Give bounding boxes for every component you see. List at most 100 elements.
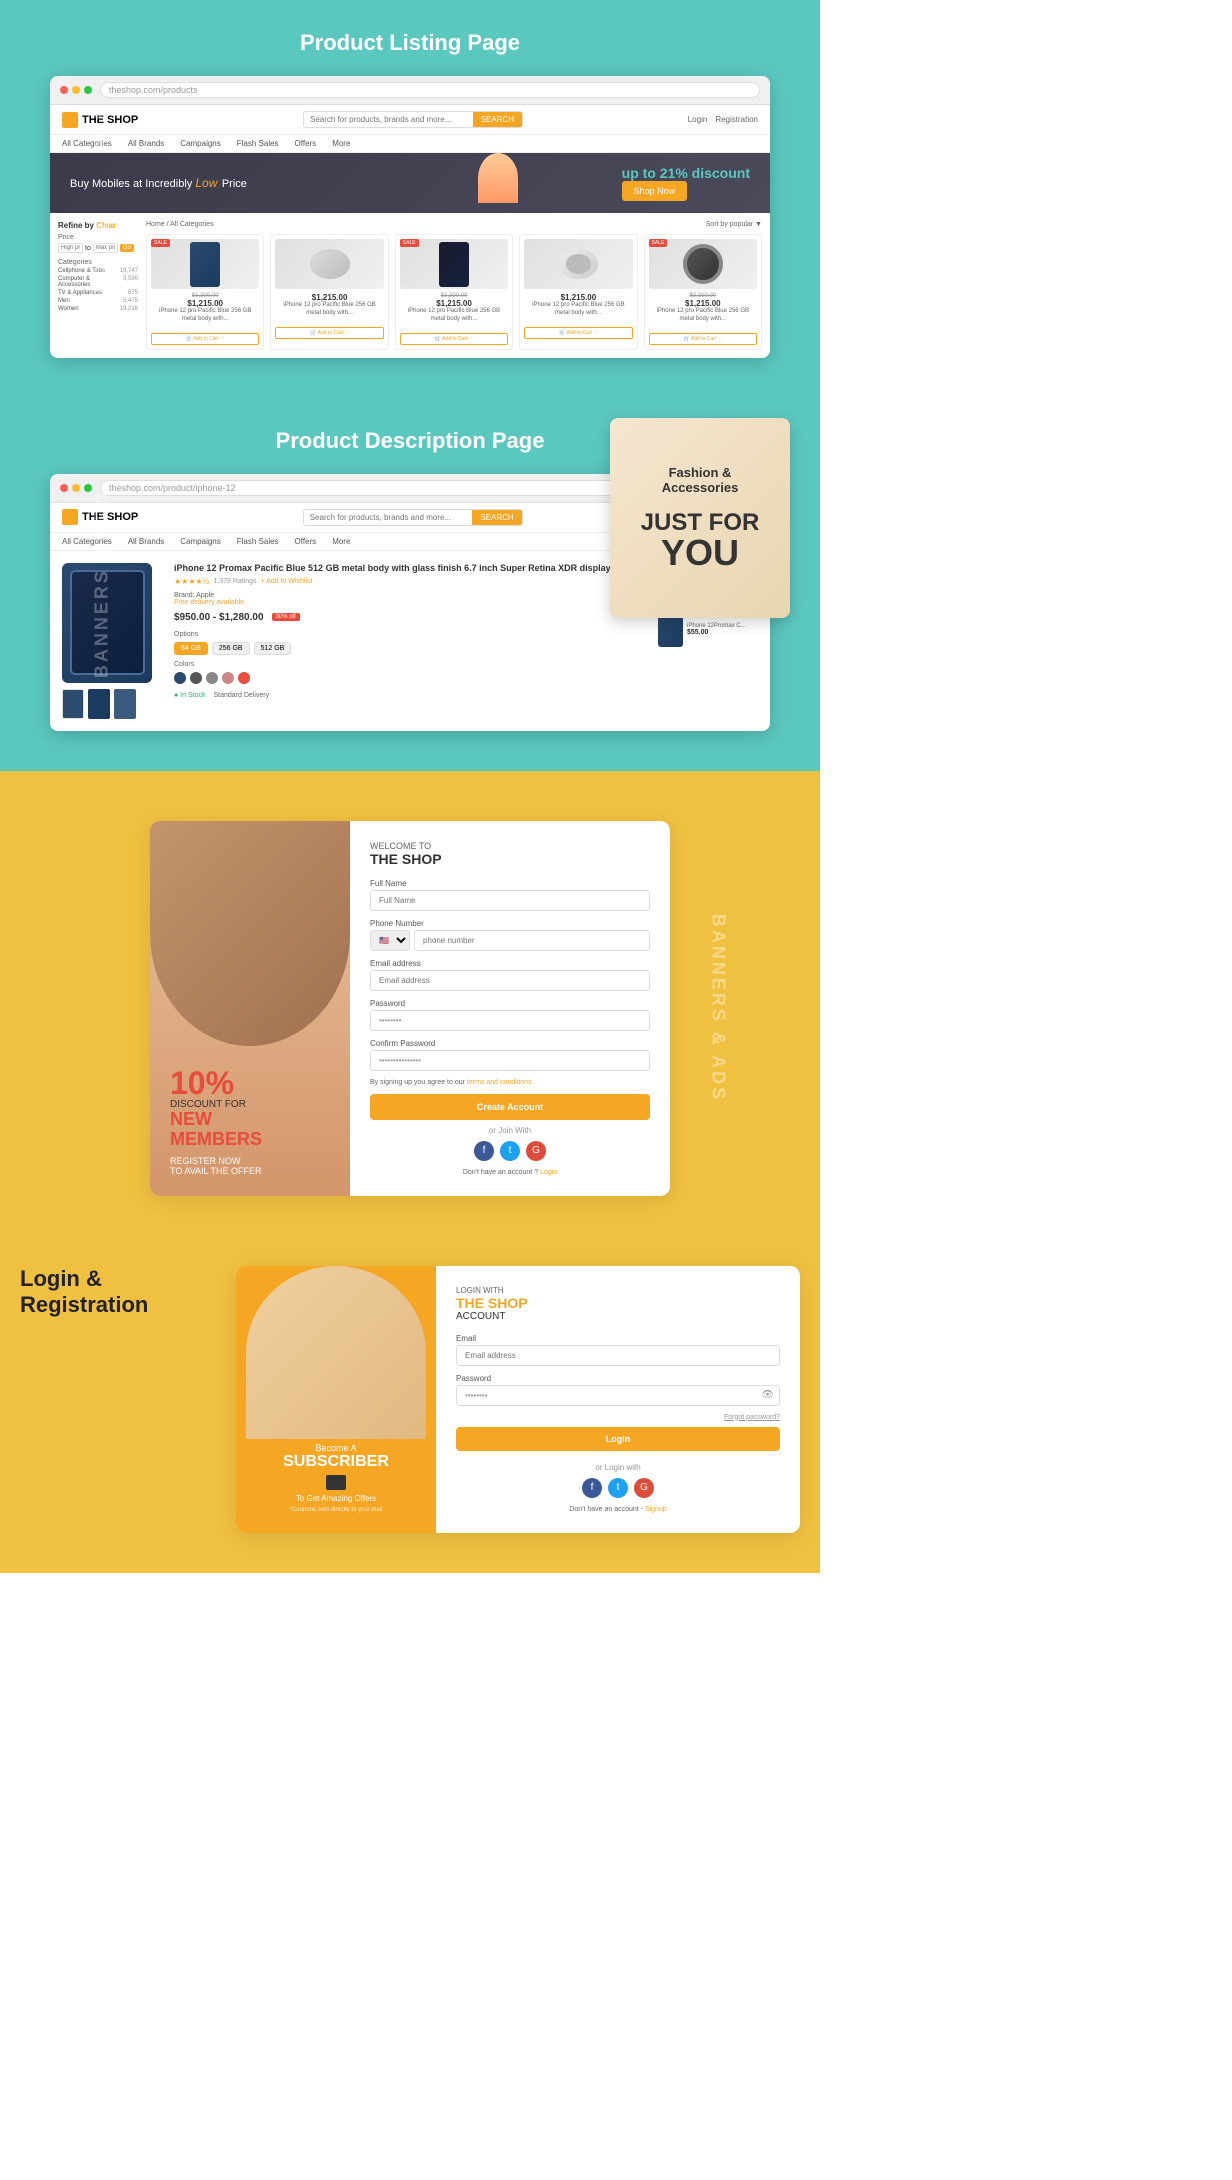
login-social-icons: f t G — [456, 1478, 780, 1498]
side-label-banners-ads-3: BANNERS & ADS — [707, 914, 728, 1102]
category-women[interactable]: Women 19,218 — [58, 306, 138, 312]
add-to-cart-button[interactable]: 🛒 Add to Cart ♡ — [400, 333, 508, 345]
add-to-cart-button[interactable]: 🛒 Add to Cart ♡ — [151, 333, 259, 345]
terms-link[interactable]: terms and conditions — [467, 1079, 532, 1086]
nav-more[interactable]: More — [332, 139, 350, 148]
confirm-password-input[interactable] — [370, 1050, 650, 1071]
color-silver[interactable] — [206, 672, 218, 684]
logo-icon — [62, 509, 78, 525]
nav-all-brands[interactable]: All Brands — [128, 537, 164, 546]
login-link[interactable]: Login — [540, 1169, 557, 1176]
product-card: SALE $1,300.00 $1,215.00 iPhone 12 pro P… — [146, 234, 264, 350]
shop-search[interactable]: SEARCH — [303, 111, 523, 128]
nav-flash-sales[interactable]: Flash Sales — [237, 537, 279, 546]
nav-offers[interactable]: Offers — [295, 537, 317, 546]
nav-more[interactable]: More — [332, 537, 350, 546]
add-to-cart-button[interactable]: 🛒 Add to Cart ♡ — [524, 327, 632, 339]
dot-green — [84, 86, 92, 94]
facebook-icon[interactable]: f — [474, 1141, 494, 1161]
nav-offers[interactable]: Offers — [295, 139, 317, 148]
search-button[interactable]: SEARCH — [473, 112, 522, 127]
twitter-icon[interactable]: t — [500, 1141, 520, 1161]
nav-campaigns[interactable]: Campaigns — [180, 139, 220, 148]
nav-all-brands[interactable]: All Brands — [128, 139, 164, 148]
shop-now-button[interactable]: Shop Now — [622, 181, 688, 201]
color-red[interactable] — [238, 672, 250, 684]
password-input[interactable] — [370, 1010, 650, 1031]
color-gray[interactable] — [190, 672, 202, 684]
product-price-new: $1,215.00 — [400, 299, 508, 308]
dot-yellow — [72, 484, 80, 492]
price-go-button[interactable]: Go — [120, 244, 134, 252]
product-name: iPhone 12 pro Pacific Blue 256 GB metal … — [275, 302, 383, 318]
price-to: to — [85, 245, 91, 252]
login-button[interactable]: Login — [456, 1427, 780, 1451]
cat-count: 3,590 — [123, 276, 138, 288]
sort-select[interactable]: Sort by popular ▼ — [706, 221, 762, 228]
show-password-button[interactable]: 👁 — [761, 1390, 774, 1401]
thumbnail-3[interactable] — [114, 689, 136, 719]
search-button[interactable]: SEARCH — [472, 510, 521, 525]
facebook-login-icon[interactable]: f — [582, 1478, 602, 1498]
price-min-input[interactable] — [58, 243, 83, 253]
forgot-password-link[interactable]: Forgot password? — [456, 1414, 780, 1421]
product-price-new: $1,215.00 — [151, 299, 259, 308]
storage-256gb[interactable]: 256 GB — [212, 642, 250, 655]
search-input[interactable] — [304, 510, 473, 525]
registration-link[interactable]: Registration — [715, 115, 758, 124]
color-pink[interactable] — [222, 672, 234, 684]
storage-512gb[interactable]: 512 GB — [254, 642, 292, 655]
email-input[interactable] — [370, 970, 650, 991]
product-name: iPhone 12 pro Pacific Blue 256 GB metal … — [400, 308, 508, 324]
desc-shop-search[interactable]: SEARCH — [303, 509, 523, 526]
product-card: SALE $3,300.00 $1,215.00 iPhone 12 pro P… — [395, 234, 513, 350]
category-men[interactable]: Men 5,475 — [58, 298, 138, 304]
shop-nav: All Categories All Brands Campaigns Flas… — [50, 135, 770, 153]
nav-flash-sales[interactable]: Flash Sales — [237, 139, 279, 148]
desc-browser-dots — [60, 484, 92, 492]
login-password-input[interactable] — [456, 1385, 780, 1406]
or-login-text: or Login with — [456, 1463, 780, 1472]
thumbnail-1[interactable] — [62, 689, 84, 719]
create-account-button[interactable]: Create Account — [370, 1094, 650, 1120]
storage-64gb[interactable]: 64 GB — [174, 642, 208, 655]
login-promo-person — [246, 1266, 426, 1440]
browser-dots — [60, 86, 92, 94]
product-name: iPhone 12 pro Pacific Blue 256 GB metal … — [524, 302, 632, 318]
email-group: Email address — [370, 959, 650, 991]
product-info: iPhone 12 Promax Pacific Blue 512 GB met… — [174, 563, 646, 719]
add-to-cart-button[interactable]: 🛒 Add to Cart ♡ — [649, 333, 757, 345]
just-for-you: JUST FOR YOU — [625, 511, 775, 571]
product-price-new: $1,215.00 — [524, 293, 632, 302]
cat-count: 19,218 — [120, 306, 138, 312]
rating-count: 1,378 Ratings — [213, 578, 256, 585]
star-rating: ★★★★½ — [174, 577, 209, 586]
full-name-input[interactable] — [370, 890, 650, 911]
login-link[interactable]: Login — [688, 115, 708, 124]
add-to-wishlist[interactable]: + Add to Wishlist — [261, 578, 313, 585]
product-badge: SALE — [400, 239, 419, 247]
signup-link[interactable]: Signup — [645, 1506, 667, 1513]
login-promo: Become A SUBSCRIBER To Get Amazing Offer… — [236, 1266, 436, 1533]
promo-new-members: NEWMEMBERS — [170, 1110, 330, 1150]
twitter-login-icon[interactable]: t — [608, 1478, 628, 1498]
price-range: $950.00 - $1,280.00 — [174, 612, 264, 623]
add-to-cart-button[interactable]: 🛒 Add to Cart ♡ — [275, 327, 383, 339]
nav-campaigns[interactable]: Campaigns — [180, 537, 220, 546]
promo-text: 10% DISCOUNT FOR NEWMEMBERS REGISTER NOW… — [170, 1067, 330, 1176]
product-name: iPhone 12 pro Pacific Blue 256 GB metal … — [151, 308, 259, 324]
banner-low-text: Low — [195, 176, 217, 190]
free-delivery: Free delivery available — [174, 599, 244, 606]
get-offers-text: To Get Amazing Offers — [251, 1494, 421, 1503]
dot-red — [60, 484, 68, 492]
product-brand: Brand: Apple Free delivery available — [174, 592, 646, 606]
color-blue[interactable] — [174, 672, 186, 684]
country-select[interactable]: 🇺🇸 ▼ — [370, 930, 410, 951]
google-login-icon[interactable]: G — [634, 1478, 654, 1498]
search-input[interactable] — [304, 112, 473, 127]
google-icon[interactable]: G — [526, 1141, 546, 1161]
thumbnail-2[interactable] — [88, 689, 110, 719]
login-email-input[interactable] — [456, 1345, 780, 1366]
phone-input[interactable] — [414, 930, 650, 951]
login-card: Become A SUBSCRIBER To Get Amazing Offer… — [236, 1266, 800, 1533]
